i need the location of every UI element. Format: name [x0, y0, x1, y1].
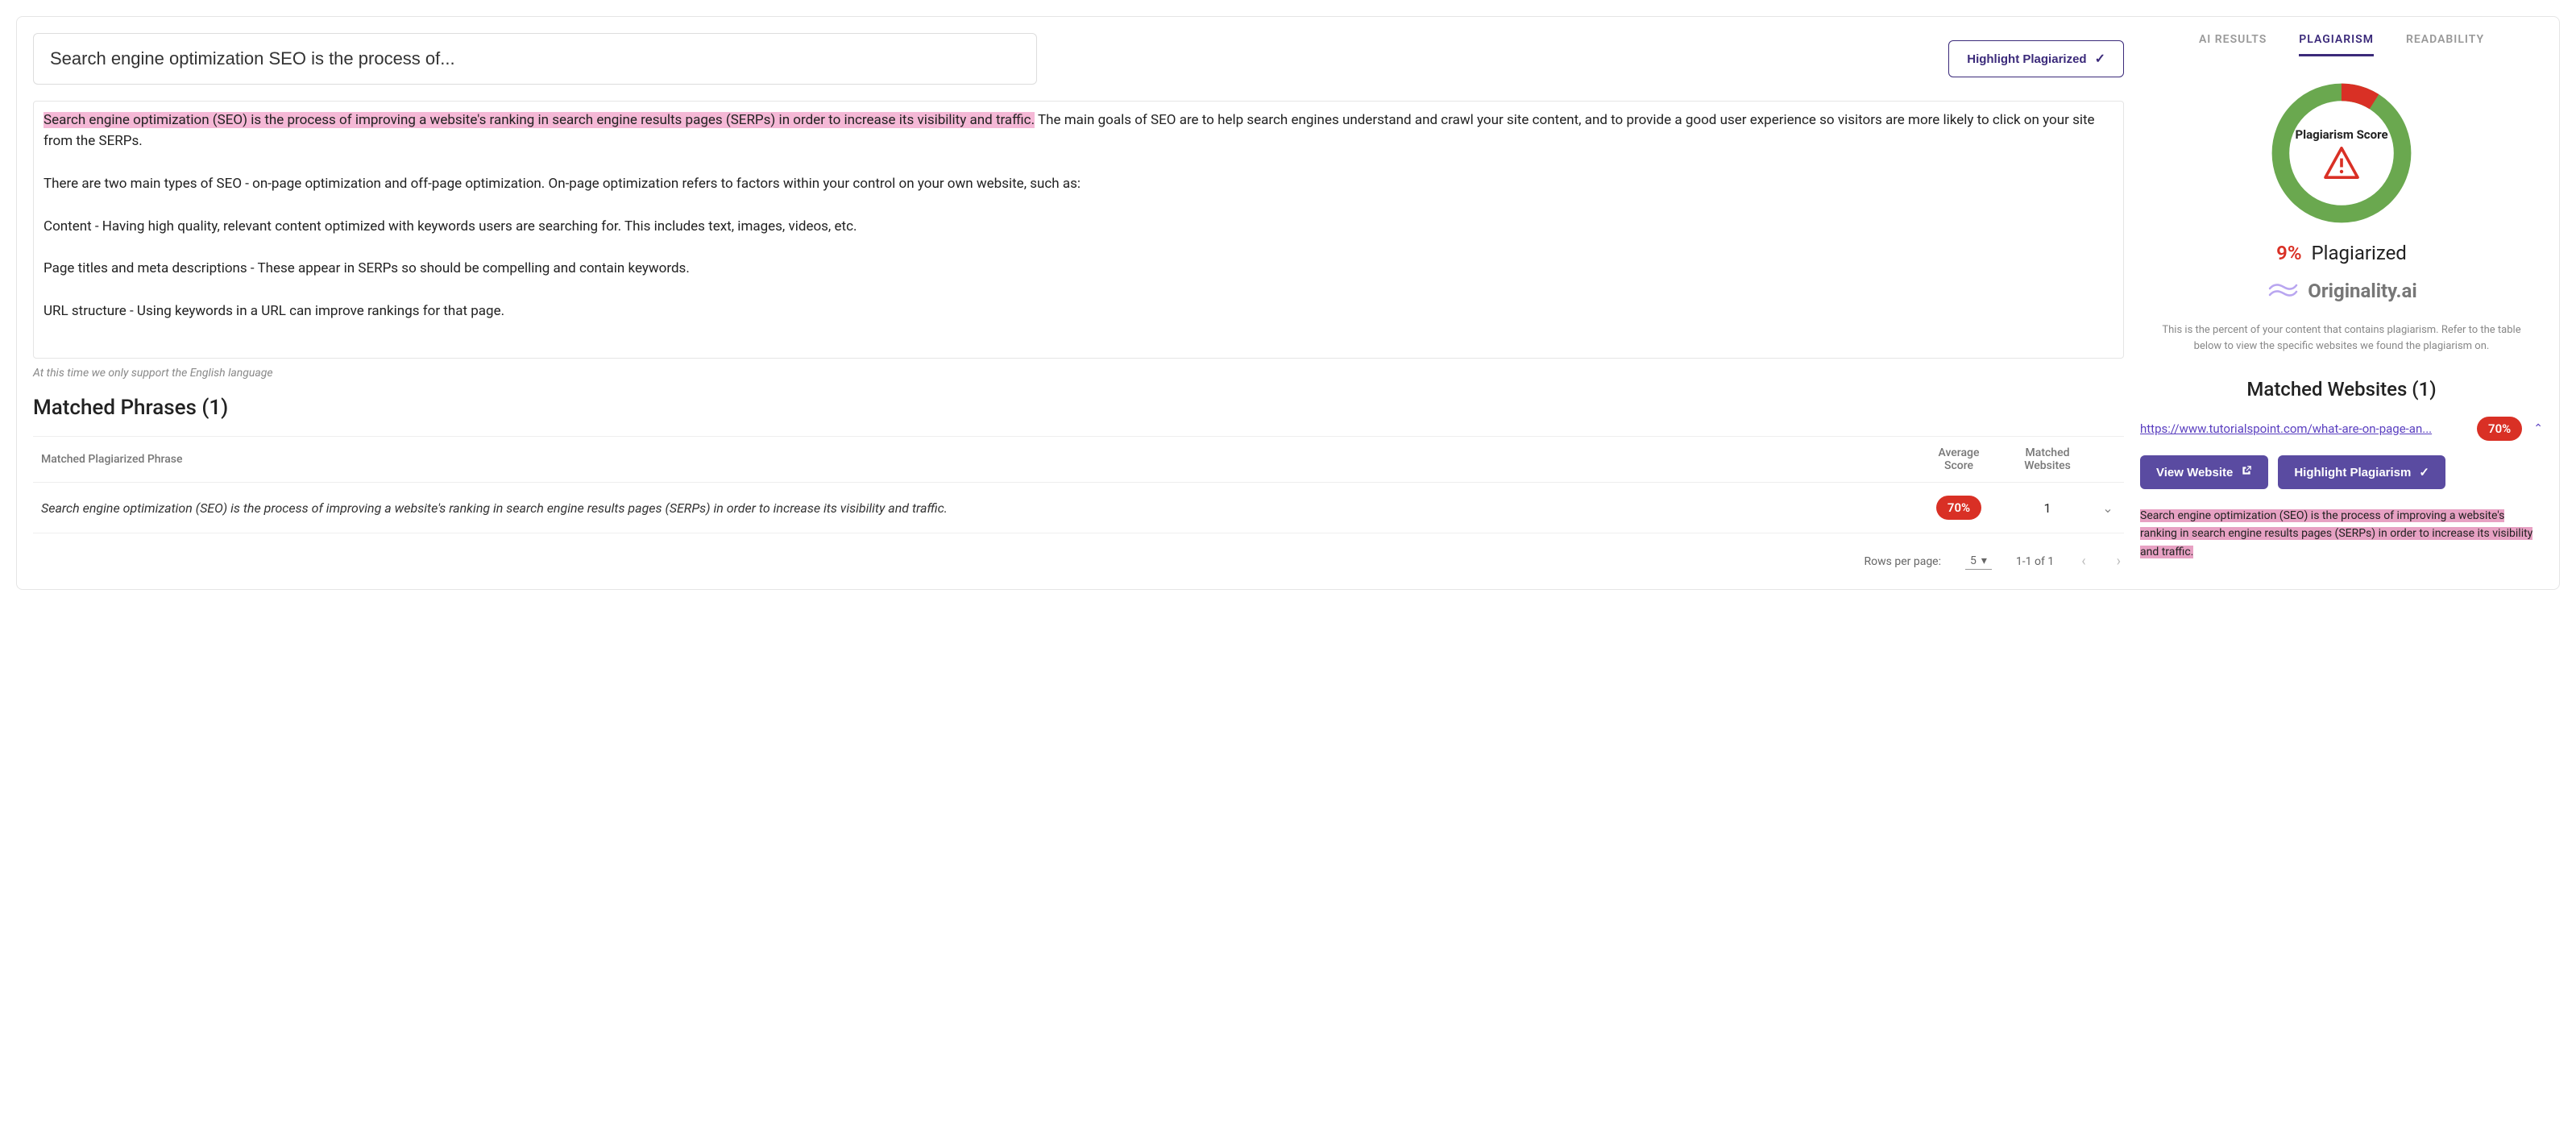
- matched-phrases-table: Matched Plagiarized Phrase Average Score…: [33, 436, 2124, 533]
- check-icon: ✓: [2095, 51, 2105, 67]
- pager-range: 1-1 of 1: [2016, 555, 2054, 568]
- donut-label: Plagiarism Score: [2295, 127, 2387, 142]
- content-box: Search engine optimization (SEO) is the …: [33, 101, 2124, 359]
- sites-cell: 1: [2003, 483, 2092, 533]
- table-row[interactable]: Search engine optimization (SEO) is the …: [33, 483, 2124, 533]
- tabs: AI RESULTS PLAGIARISM READABILITY: [2140, 33, 2543, 56]
- warning-icon: [2324, 147, 2359, 179]
- score-cell: 70%: [1914, 483, 2003, 533]
- pager: Rows per page: 5 ▾ 1-1 of 1 ‹ ›: [33, 550, 2124, 573]
- content-p2: There are two main types of SEO - on-pag…: [44, 173, 2113, 194]
- score-badge: 70%: [1936, 496, 1981, 520]
- helper-text: This is the percent of your content that…: [2140, 322, 2543, 354]
- view-website-button[interactable]: View Website: [2140, 455, 2268, 489]
- chevron-down-icon: ⌄: [2102, 500, 2113, 516]
- content-p4: Page titles and meta descriptions - Thes…: [44, 258, 2113, 279]
- col-expand: [2092, 437, 2124, 483]
- score-percent: 9%: [2276, 242, 2301, 264]
- view-website-label: View Website: [2156, 466, 2233, 479]
- topbar: Highlight Plagiarized ✓: [33, 33, 2124, 85]
- matched-excerpt: Search engine optimization (SEO) is the …: [2140, 507, 2543, 561]
- check-icon: ✓: [2419, 465, 2429, 479]
- matched-website-row: https://www.tutorialspoint.com/what-are-…: [2140, 417, 2543, 441]
- matched-websites-title: Matched Websites (1): [2140, 378, 2543, 401]
- language-note: At this time we only support the English…: [33, 367, 2124, 380]
- rows-per-page-select[interactable]: 5 ▾: [1965, 553, 1992, 570]
- matched-excerpt-text: Search engine optimization (SEO) is the …: [2140, 509, 2532, 558]
- matched-website-score: 70%: [2477, 417, 2522, 441]
- content-p5: URL structure - Using keywords in a URL …: [44, 301, 2113, 322]
- tab-readability[interactable]: READABILITY: [2406, 33, 2484, 56]
- phrase-cell: Search engine optimization (SEO) is the …: [33, 483, 1914, 533]
- highlighted-sentence: Search engine optimization (SEO) is the …: [44, 112, 1035, 128]
- right-panel: AI RESULTS PLAGIARISM READABILITY Plagia…: [2140, 33, 2543, 573]
- tab-ai-results[interactable]: AI RESULTS: [2199, 33, 2267, 56]
- rows-per-page-value: 5: [1970, 554, 1977, 567]
- expand-cell[interactable]: ⌄: [2092, 483, 2124, 533]
- score-word: Plagiarized: [2311, 242, 2406, 264]
- col-avg-score: Average Score: [1914, 437, 2003, 483]
- left-panel: Highlight Plagiarized ✓ Search engine op…: [33, 33, 2124, 573]
- app-container: Highlight Plagiarized ✓ Search engine op…: [16, 16, 2560, 590]
- pager-prev-button[interactable]: ‹: [2078, 550, 2089, 573]
- matched-phrases-title: Matched Phrases (1): [33, 396, 2124, 420]
- caret-down-icon: ▾: [1981, 554, 1987, 567]
- brand: Originality.ai: [2266, 279, 2416, 303]
- external-link-icon: [2241, 465, 2252, 479]
- col-matched-websites: Matched Websites: [2003, 437, 2092, 483]
- content-p3: Content - Having high quality, relevant …: [44, 216, 2113, 237]
- brand-icon: [2266, 279, 2298, 303]
- plagiarism-donut: Plagiarism Score: [2269, 81, 2414, 226]
- col-phrase: Matched Plagiarized Phrase: [33, 437, 1914, 483]
- rows-per-page-label: Rows per page:: [1865, 555, 1941, 568]
- chevron-up-icon[interactable]: ⌃: [2533, 422, 2543, 435]
- pager-next-button[interactable]: ›: [2113, 550, 2124, 573]
- site-actions: View Website Highlight Plagiarism ✓: [2140, 455, 2543, 489]
- score-line: 9% Plagiarized: [2140, 242, 2543, 264]
- title-input[interactable]: [33, 33, 1037, 85]
- highlight-plagiarized-label: Highlight Plagiarized: [1967, 52, 2086, 66]
- highlight-plagiarized-button[interactable]: Highlight Plagiarized ✓: [1948, 40, 2124, 77]
- highlight-plagiarism-button[interactable]: Highlight Plagiarism ✓: [2278, 455, 2445, 489]
- tab-plagiarism[interactable]: PLAGIARISM: [2299, 33, 2374, 56]
- highlight-plagiarism-label: Highlight Plagiarism: [2294, 466, 2411, 479]
- matched-website-link[interactable]: https://www.tutorialspoint.com/what-are-…: [2140, 421, 2466, 436]
- brand-name: Originality.ai: [2308, 280, 2416, 302]
